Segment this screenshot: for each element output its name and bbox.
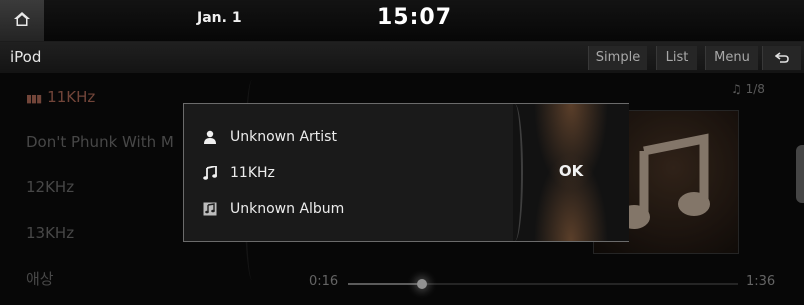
list-mode-button[interactable]: List	[656, 46, 697, 70]
date-display: Jan. 1	[197, 10, 242, 26]
status-bar: Jan. 1 15:07	[0, 0, 804, 42]
back-button[interactable]	[762, 46, 801, 70]
track-title: 11KHz	[230, 165, 275, 181]
ok-button-label: OK	[558, 162, 584, 180]
home-icon	[14, 11, 30, 30]
home-button[interactable]	[0, 0, 44, 41]
source-header: iPod Simple List Menu	[0, 42, 804, 73]
source-title: iPod	[10, 48, 42, 66]
menu-button[interactable]: Menu	[705, 46, 758, 70]
track-info-popup: Unknown Artist 11KHz Unknown Album OK	[183, 103, 629, 242]
popup-divider	[507, 104, 523, 241]
title-row: 11KHz	[202, 165, 275, 181]
artist-row: Unknown Artist	[202, 129, 337, 145]
artist-name: Unknown Artist	[230, 129, 337, 145]
simple-mode-button[interactable]: Simple	[588, 46, 647, 70]
person-icon	[202, 129, 218, 145]
music-note-icon	[202, 165, 218, 181]
clock-display: 15:07	[377, 5, 453, 30]
album-icon	[202, 201, 218, 217]
back-arrow-icon	[774, 50, 789, 65]
album-row: Unknown Album	[202, 201, 344, 217]
album-name: Unknown Album	[230, 201, 345, 217]
ok-button[interactable]: OK	[513, 104, 629, 241]
